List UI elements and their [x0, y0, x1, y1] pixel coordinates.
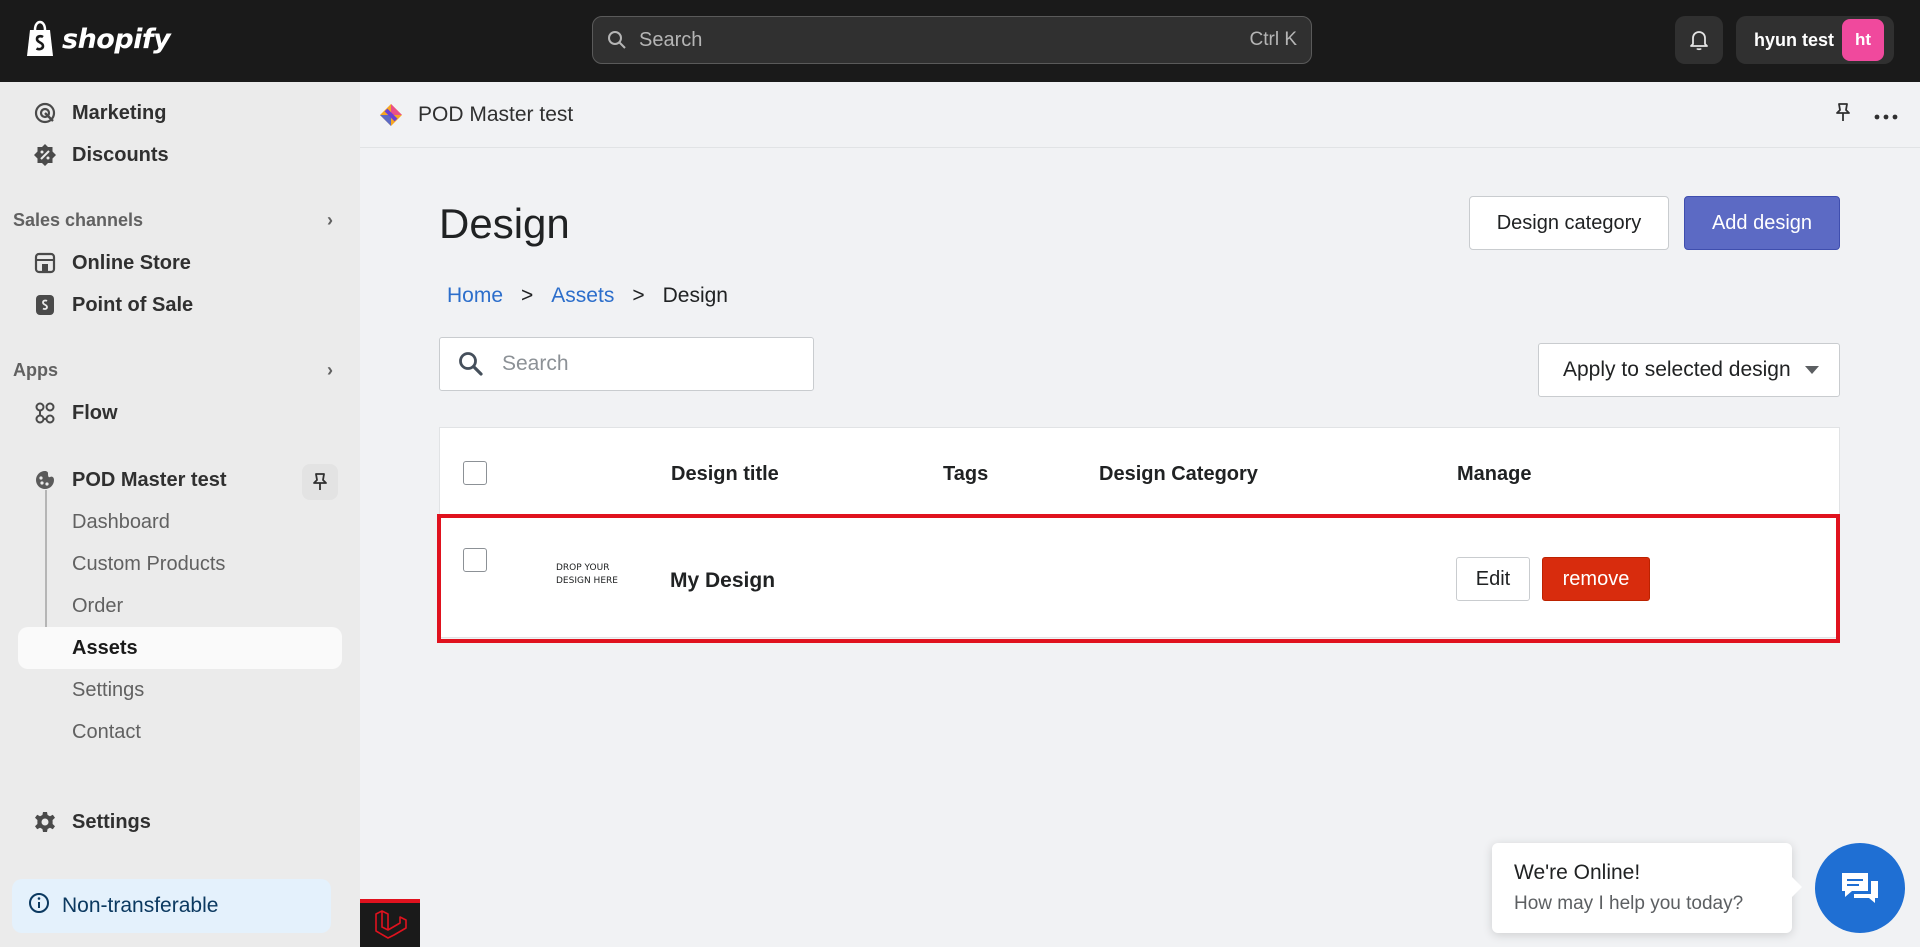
sidebar-item-marketing[interactable]: Marketing [18, 92, 342, 134]
top-bar: shopify Search Ctrl K hyun test ht [0, 0, 1920, 82]
search-shortcut: Ctrl K [1249, 29, 1298, 50]
apps-header[interactable]: Apps › [13, 360, 333, 381]
unpin-app-button[interactable] [302, 464, 338, 500]
pos-icon [32, 292, 58, 318]
edit-button[interactable]: Edit [1456, 557, 1530, 601]
breadcrumb-separator: > [632, 284, 645, 307]
bulk-action-label: Apply to selected design [1563, 358, 1791, 381]
page-title: Design [439, 200, 570, 247]
search-icon [608, 31, 626, 49]
bell-icon [1690, 31, 1708, 51]
more-options-icon[interactable] [1874, 107, 1898, 125]
brand-name: shopify [62, 23, 171, 55]
user-menu-button[interactable]: hyun test ht [1736, 16, 1894, 64]
target-icon [32, 100, 58, 126]
select-all-checkbox[interactable] [463, 461, 487, 485]
breadcrumb-separator: > [521, 284, 534, 307]
chevron-right-icon: › [327, 360, 333, 380]
sidebar-subitem-custom-products[interactable]: Custom Products [18, 543, 342, 585]
breadcrumb-assets-link[interactable]: Assets [551, 284, 614, 308]
remove-button[interactable]: remove [1542, 557, 1650, 601]
app-logo-icon [380, 103, 402, 126]
thumbnail-text: DROP YOUR [556, 563, 610, 573]
sidebar-subitem-dashboard[interactable]: Dashboard [18, 501, 342, 543]
search-icon [459, 352, 483, 376]
app-header-bar: POD Master test [360, 82, 1920, 148]
user-name: hyun test [1754, 29, 1835, 50]
shopify-bag-icon [27, 20, 53, 56]
chat-status: We're Online! [1514, 861, 1641, 884]
banner-label: Non-transferable [62, 894, 219, 917]
design-category-button[interactable]: Design category [1469, 196, 1669, 250]
avatar: ht [1842, 19, 1884, 61]
global-search-input[interactable]: Search Ctrl K [592, 16, 1312, 64]
column-header-tags[interactable]: Tags [943, 463, 988, 486]
sidebar-subitem-order[interactable]: Order [18, 585, 342, 627]
info-icon [28, 892, 50, 920]
section-label: Apps [13, 360, 58, 380]
gear-icon [32, 809, 58, 835]
laravel-debugbar-tab[interactable] [360, 899, 420, 947]
shopify-logo[interactable]: shopify [24, 20, 171, 58]
design-search-input[interactable]: Search [439, 337, 814, 391]
sidebar-item-online-store[interactable]: Online Store [18, 242, 342, 284]
sidebar-item-settings[interactable]: Settings [18, 801, 342, 843]
sidebar-item-label: Marketing [72, 101, 167, 124]
column-header-design-category[interactable]: Design Category [1099, 463, 1258, 486]
sidebar-item-pod-master-test[interactable]: POD Master test [18, 459, 342, 501]
row-select-checkbox[interactable] [463, 548, 487, 572]
app-title: POD Master test [418, 102, 574, 126]
column-header-design-title[interactable]: Design title [671, 463, 779, 486]
sidebar-item-label: POD Master test [72, 468, 227, 491]
chat-prompt: How may I help you today? [1514, 893, 1744, 914]
laravel-icon [375, 910, 407, 939]
design-thumbnail[interactable]: DROP YOUR DESIGN HERE [556, 562, 618, 588]
app-bar-actions [1834, 102, 1898, 129]
design-title-cell: My Design [670, 569, 776, 592]
sidebar-subitem-contact[interactable]: Contact [18, 711, 342, 753]
pin-icon[interactable] [1834, 102, 1852, 129]
sidebar-subitem-settings[interactable]: Settings [18, 669, 342, 711]
sidebar-item-discounts[interactable]: Discounts [18, 134, 342, 176]
sidebar-item-label: Online Store [72, 251, 191, 274]
sidebar-item-label: Settings [72, 810, 151, 833]
sidebar-item-point-of-sale[interactable]: Point of Sale [18, 284, 342, 326]
search-placeholder: Search [502, 352, 569, 375]
chat-icon [1842, 873, 1878, 903]
store-icon [32, 250, 58, 276]
sidebar-subitem-assets[interactable]: Assets [18, 627, 342, 669]
search-placeholder: Search [639, 28, 703, 51]
chevron-down-icon [1805, 366, 1819, 374]
sidebar-item-label: Point of Sale [72, 293, 194, 316]
breadcrumb: Home > Assets > Design [447, 284, 728, 308]
add-design-button[interactable]: Add design [1684, 196, 1840, 250]
sidebar-item-label: Flow [72, 401, 118, 424]
section-label: Sales channels [13, 210, 144, 230]
chevron-right-icon: › [327, 210, 333, 230]
sales-channels-header[interactable]: Sales channels › [13, 210, 333, 231]
column-header-manage: Manage [1457, 463, 1532, 485]
sidebar-item-label: Discounts [72, 143, 169, 166]
non-transferable-banner[interactable]: Non-transferable [12, 879, 331, 933]
bulk-action-select[interactable]: Apply to selected design [1538, 343, 1840, 397]
discount-icon [32, 142, 58, 168]
thumbnail-text: DESIGN HERE [556, 576, 618, 586]
sidebar-item-flow[interactable]: Flow [18, 392, 342, 434]
breadcrumb-current: Design [662, 284, 728, 307]
notifications-button[interactable] [1675, 16, 1723, 64]
breadcrumb-home-link[interactable]: Home [447, 284, 503, 308]
chat-launcher-button[interactable] [1815, 843, 1905, 933]
chat-greeting-bubble[interactable]: We're Online! How may I help you today? [1492, 843, 1802, 933]
flow-icon [32, 400, 58, 426]
pin-icon [313, 473, 327, 490]
